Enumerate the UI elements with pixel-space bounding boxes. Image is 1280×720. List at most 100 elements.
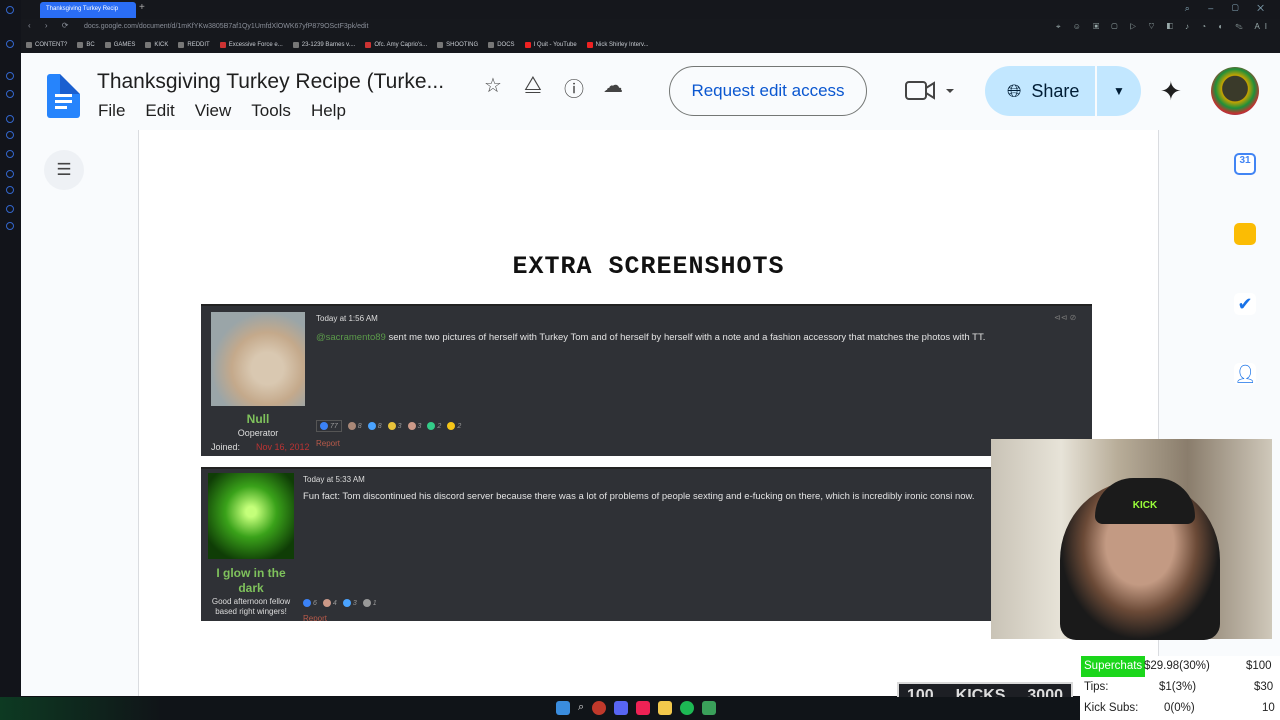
reaction[interactable]: 3 xyxy=(407,422,421,430)
user-avatar-dog xyxy=(211,312,305,406)
post-reactions: 77 8 8 3 3 2 2 xyxy=(316,420,461,432)
reaction-like[interactable]: 6 xyxy=(303,599,317,607)
stat-value: $1(3%) xyxy=(1159,681,1197,693)
extension-icons[interactable]: ⌖ ☺ ▣ ▢ ▷ ♡ ◧ ♪ ◔ ◐ ✎ AI xyxy=(1056,22,1272,32)
stat-row-superchats: Superchats $29.98(30%) $100 xyxy=(1080,656,1280,677)
sidebar-app-icon[interactable] xyxy=(6,40,14,48)
share-button[interactable]: 🌐︎ Share xyxy=(985,66,1095,116)
discord-icon[interactable] xyxy=(614,701,629,715)
menu-bar: File Edit View Tools Help xyxy=(98,101,346,121)
report-link[interactable]: Report xyxy=(316,439,340,448)
reaction[interactable]: 2 xyxy=(427,422,441,430)
reaction[interactable]: 8 xyxy=(367,422,382,430)
app-icon[interactable] xyxy=(702,701,717,715)
post-user-role: Ooperator xyxy=(237,428,279,438)
menu-edit[interactable]: Edit xyxy=(145,101,174,121)
search-icon[interactable]: ⌕ xyxy=(578,701,584,715)
sidebar-app-icon[interactable] xyxy=(6,205,14,213)
bookmark-item[interactable]: CONTENT? xyxy=(26,42,67,48)
file-explorer-icon[interactable] xyxy=(658,701,673,715)
sidebar-app-icon[interactable] xyxy=(6,131,14,139)
bookmark-item[interactable]: Ofc. Amy Caprio's... xyxy=(365,42,427,48)
google-docs-logo-icon[interactable] xyxy=(47,74,80,118)
sidebar-app-icon[interactable] xyxy=(6,222,14,230)
request-edit-access-button[interactable]: Request edit access xyxy=(669,66,867,116)
document-heading: EXTRA SCREENSHOTS xyxy=(512,252,785,281)
windows-taskbar xyxy=(0,697,1080,720)
window-controls[interactable]: ⌕ – ▢ ✕ xyxy=(1185,3,1272,14)
menu-help[interactable]: Help xyxy=(311,101,346,121)
opera-gx-icon[interactable] xyxy=(592,701,607,715)
browser-icon[interactable] xyxy=(636,701,651,715)
reaction[interactable]: 2 xyxy=(447,422,461,430)
new-tab-button[interactable]: + xyxy=(139,2,145,13)
stat-value: $29.98(30%) xyxy=(1144,660,1210,672)
menu-file[interactable]: File xyxy=(98,101,125,121)
taskbar-icons: ⌕ xyxy=(556,701,717,715)
stat-goal: 10 xyxy=(1262,702,1275,714)
nav-buttons[interactable]: ‹ › ⟳ xyxy=(28,21,74,30)
document-outline-icon[interactable]: ☰ xyxy=(44,150,84,190)
joined-label: Joined: xyxy=(211,442,241,452)
sidebar-app-icon[interactable] xyxy=(6,90,14,98)
bookmark-item[interactable]: DOCS xyxy=(488,42,515,48)
gemini-sparkle-icon[interactable]: ✦ xyxy=(1160,76,1182,107)
calendar-icon[interactable]: 31 xyxy=(1234,153,1256,175)
post-timestamp: Today at 1:56 AM xyxy=(316,314,378,323)
cloud-status-icon[interactable]: ☁ xyxy=(603,73,623,98)
stat-label: Superchats xyxy=(1081,656,1146,677)
post-share-icon[interactable]: ⊲⊲ ⊘ xyxy=(1054,313,1076,322)
tasks-icon[interactable]: ✔ xyxy=(1234,293,1256,315)
sidebar-app-icon[interactable] xyxy=(6,186,14,194)
contacts-icon[interactable]: 👤︎ xyxy=(1234,363,1257,385)
url-field[interactable]: docs.google.com/document/d/1mKfYKw3805B7… xyxy=(84,23,368,30)
spotify-icon[interactable] xyxy=(680,701,695,715)
menu-view[interactable]: View xyxy=(195,101,232,121)
document-title[interactable]: Thanksgiving Turkey Recipe (Turke... xyxy=(97,70,444,94)
user-avatar-glow xyxy=(208,473,294,559)
bookmark-item[interactable]: 23-1239 Barnes v.... xyxy=(292,42,355,48)
post-reactions: 6 4 3 1 xyxy=(303,599,377,607)
info-icon[interactable]: ⓘ xyxy=(564,73,584,102)
bookmark-item[interactable]: GAMES xyxy=(104,42,135,48)
sidebar-app-icon[interactable] xyxy=(6,170,14,178)
reaction[interactable]: 3 xyxy=(342,599,357,607)
reaction[interactable]: 3 xyxy=(387,422,402,430)
stat-value: 0(0%) xyxy=(1164,702,1195,714)
sidebar-app-icon[interactable] xyxy=(6,150,14,158)
bookmarks-bar: CONTENT? BC GAMES KICK REDDIT Excessive … xyxy=(0,37,1280,53)
browser-tabstrip xyxy=(0,0,1280,19)
bookmark-item[interactable]: KICK xyxy=(145,42,168,48)
report-link[interactable]: Report xyxy=(303,614,327,621)
bookmark-item[interactable]: Nick Shirley Interv... xyxy=(586,42,649,48)
meet-video-icon[interactable] xyxy=(905,79,957,108)
keep-icon[interactable] xyxy=(1234,223,1256,245)
bookmark-item[interactable]: SHOOTING xyxy=(437,42,478,48)
reaction[interactable]: 1 xyxy=(362,599,377,607)
post-username[interactable]: Null xyxy=(211,412,305,426)
bookmark-item[interactable]: Excessive Force e... xyxy=(219,42,283,48)
browser-tab-active[interactable]: Thanksgiving Turkey Recip xyxy=(40,2,136,18)
menu-tools[interactable]: Tools xyxy=(251,101,291,121)
stream-stats-panel: Superchats $29.98(30%) $100 Tips: $1(3%)… xyxy=(1080,656,1280,720)
reaction[interactable]: 8 xyxy=(347,422,362,430)
joined-date: Nov 16, 2012 xyxy=(256,442,310,452)
post-body: @sacramento89 sent me two pictures of he… xyxy=(316,332,986,343)
opera-icon[interactable] xyxy=(6,6,14,14)
star-icon[interactable]: ☆ xyxy=(484,73,502,98)
share-label: Share xyxy=(1031,80,1080,101)
post-mention[interactable]: @sacramento89 xyxy=(316,332,386,343)
sidebar-app-icon[interactable] xyxy=(6,115,14,123)
reaction[interactable]: 4 xyxy=(322,599,337,607)
stat-goal: $100 xyxy=(1246,660,1272,672)
bookmark-item[interactable]: REDDIT xyxy=(178,42,210,48)
user-avatar[interactable] xyxy=(1211,67,1259,115)
sidebar-app-icon[interactable] xyxy=(6,72,14,80)
move-to-drive-icon[interactable]: ⧋ xyxy=(524,73,542,96)
windows-start-icon[interactable] xyxy=(556,701,570,715)
post-username[interactable]: I glow in the dark xyxy=(205,566,297,596)
reaction-like[interactable]: 77 xyxy=(316,420,342,432)
bookmark-item[interactable]: BC xyxy=(77,42,95,48)
post-user-title: Good afternoon fellow based right winger… xyxy=(211,597,291,616)
bookmark-item[interactable]: I Quit - YouTube xyxy=(524,42,577,48)
